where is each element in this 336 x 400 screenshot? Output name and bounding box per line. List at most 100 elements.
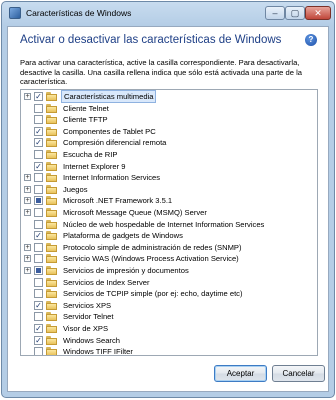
feature-checkbox[interactable]: ✓ — [34, 126, 43, 136]
folder-icon — [46, 231, 57, 241]
feature-checkbox[interactable] — [34, 208, 43, 217]
dialog-content: Activar o desactivar las características… — [7, 26, 329, 392]
tree-item[interactable]: Cliente TFTP — [21, 114, 317, 126]
feature-checkbox[interactable] — [34, 277, 43, 287]
folder-icon — [46, 312, 57, 322]
description-text: Para activar una característica, active … — [20, 58, 302, 87]
tree-item[interactable]: ✓ Compresión diferencial remota — [21, 137, 317, 149]
feature-checkbox[interactable] — [34, 150, 43, 159]
feature-label: Cliente Telnet — [63, 103, 109, 113]
feature-label: Microsoft Message Queue (MSMQ) Server — [63, 208, 207, 217]
tree-item[interactable]: + ✓ Características multimedia — [21, 90, 317, 103]
feature-label: Internet Information Services — [63, 173, 161, 183]
title-bar[interactable]: Características de Windows – ▢ ✕ — [2, 2, 334, 26]
ok-button[interactable]: Aceptar — [214, 365, 267, 382]
maximize-button[interactable]: ▢ — [285, 6, 305, 20]
tree-item[interactable]: ✓ Plataforma de gadgets de Windows — [21, 230, 317, 242]
feature-label: Servicios de impresión y documentos — [63, 266, 189, 275]
feature-label: Servidor Telnet — [63, 312, 114, 322]
folder-icon — [46, 347, 57, 355]
feature-label: Escucha de RIP — [63, 150, 118, 159]
folder-icon — [46, 219, 57, 229]
feature-checkbox[interactable] — [34, 254, 43, 264]
expand-icon[interactable]: + — [24, 174, 31, 182]
folder-icon — [46, 208, 57, 217]
feature-checkbox[interactable]: ✓ — [34, 92, 43, 101]
feature-checkbox[interactable] — [34, 173, 43, 183]
cancel-button[interactable]: Cancelar — [272, 365, 325, 382]
expand-icon[interactable]: + — [24, 93, 31, 100]
feature-checkbox[interactable] — [34, 312, 43, 322]
feature-checkbox[interactable] — [34, 103, 43, 113]
folder-icon — [46, 289, 57, 299]
tree-item[interactable]: + Protocolo simple de administración de r… — [21, 242, 317, 254]
feature-checkbox[interactable] — [34, 242, 43, 252]
feature-label: Características multimedia — [61, 90, 157, 103]
tree-item[interactable]: ✓ Internet Explorer 9 — [21, 161, 317, 173]
minimize-button[interactable]: – — [265, 6, 285, 20]
tree-item[interactable]: + Juegos — [21, 184, 317, 196]
feature-checkbox[interactable]: ✓ — [34, 138, 43, 148]
tree-item[interactable]: Servicios de Index Server — [21, 277, 317, 289]
feature-label: Visor de XPS — [63, 324, 109, 333]
tree-item[interactable]: Núcleo de web hospedable de Internet Inf… — [21, 219, 317, 231]
tree-item[interactable]: + Servicio WAS (Windows Process Activatio… — [21, 253, 317, 265]
folder-icon — [46, 300, 57, 310]
tree-item[interactable]: + Internet Information Services — [21, 172, 317, 184]
page-title: Activar o desactivar las características… — [20, 34, 282, 46]
expand-icon[interactable]: + — [24, 243, 31, 251]
expand-icon[interactable]: + — [24, 209, 31, 216]
feature-checkbox[interactable]: ✓ — [34, 335, 43, 345]
feature-checkbox[interactable] — [34, 289, 43, 299]
feature-checkbox[interactable] — [34, 347, 43, 355]
tree-item[interactable]: + Microsoft .NET Framework 3.5.1 — [21, 195, 317, 207]
folder-icon — [46, 184, 57, 194]
tree-item[interactable]: Escucha de RIP — [21, 149, 317, 161]
feature-label: Plataforma de gadgets de Windows — [63, 231, 183, 241]
tree-item[interactable]: ✓ Visor de XPS — [21, 323, 317, 335]
feature-label: Microsoft .NET Framework 3.5.1 — [63, 196, 173, 206]
tree-item[interactable]: + Microsoft Message Queue (MSMQ) Server — [21, 207, 317, 219]
tree-item[interactable]: ✓ Windows Search — [21, 335, 317, 347]
feature-label: Servicios XPS — [63, 300, 112, 310]
expand-icon[interactable]: + — [24, 185, 31, 193]
feature-label: Compresión diferencial remota — [63, 138, 167, 148]
feature-checkbox[interactable]: ✓ — [34, 324, 43, 333]
folder-icon — [46, 242, 57, 252]
tree-item[interactable]: Windows TIFF IFilter — [21, 346, 317, 355]
feature-label: Protocolo simple de administración de re… — [63, 242, 242, 252]
folder-icon — [46, 196, 57, 206]
feature-label: Servicio WAS (Windows Process Activation… — [63, 254, 239, 264]
close-button[interactable]: ✕ — [305, 6, 331, 20]
feature-checkbox[interactable] — [34, 196, 43, 206]
folder-icon — [46, 266, 57, 275]
feature-checkbox[interactable] — [34, 115, 43, 125]
folder-icon — [46, 324, 57, 333]
folder-icon — [46, 126, 57, 136]
feature-checkbox[interactable]: ✓ — [34, 161, 43, 171]
feature-checkbox[interactable]: ✓ — [34, 300, 43, 310]
help-icon[interactable]: ? — [305, 34, 317, 46]
folder-icon — [46, 115, 57, 125]
feature-checkbox[interactable] — [34, 184, 43, 194]
tree-item[interactable]: Servicios de TCPIP simple (por ej: echo,… — [21, 288, 317, 300]
expand-icon[interactable]: + — [24, 255, 31, 263]
tree-item[interactable]: ✓ Componentes de Tablet PC — [21, 126, 317, 138]
features-tree[interactable]: + ✓ Características multimedia Cliente Teln… — [20, 89, 318, 356]
folder-icon — [46, 138, 57, 148]
folder-icon — [46, 335, 57, 345]
feature-checkbox[interactable] — [34, 266, 43, 275]
folder-icon — [46, 277, 57, 287]
expand-icon[interactable]: + — [24, 267, 31, 274]
tree-item[interactable]: ✓ Servicios XPS — [21, 300, 317, 312]
feature-checkbox[interactable]: ✓ — [34, 231, 43, 241]
tree-item[interactable]: + Servicios de impresión y documentos — [21, 265, 317, 277]
tree-item[interactable]: Servidor Telnet — [21, 311, 317, 323]
feature-label: Juegos — [63, 184, 88, 194]
folder-icon — [46, 103, 57, 113]
expand-icon[interactable]: + — [24, 197, 31, 205]
folder-icon — [46, 173, 57, 183]
feature-checkbox[interactable] — [34, 219, 43, 229]
tree-item[interactable]: Cliente Telnet — [21, 103, 317, 115]
folder-icon — [46, 150, 57, 159]
